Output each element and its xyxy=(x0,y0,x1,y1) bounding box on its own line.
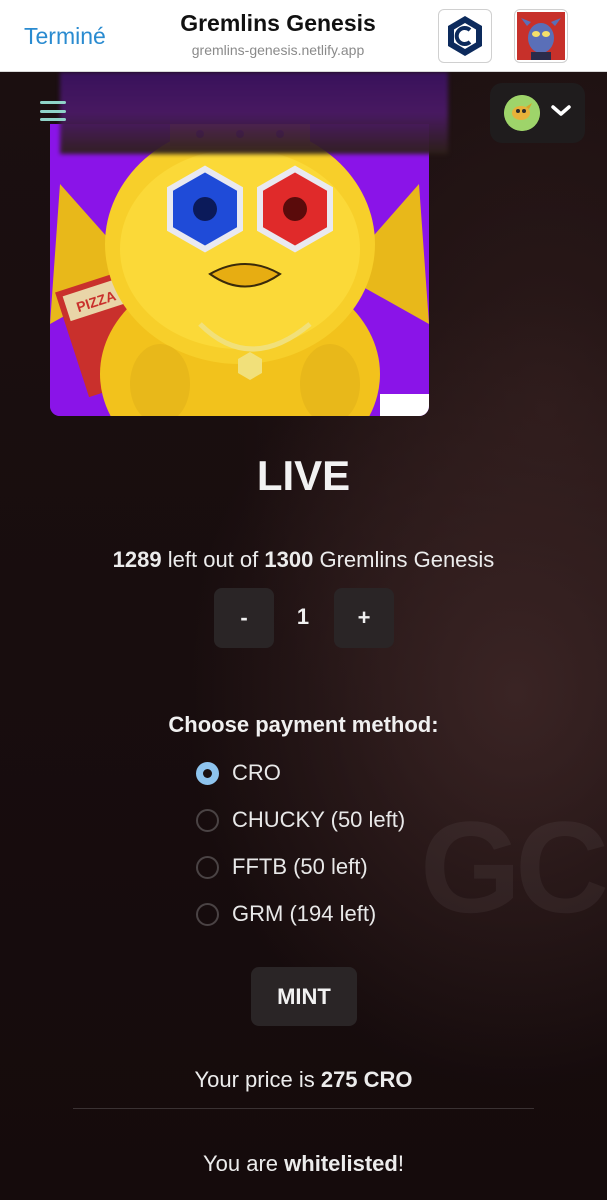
navbar-backdrop xyxy=(60,72,448,154)
supply-connector: left out of xyxy=(167,547,259,572)
wallet-avatar-icon xyxy=(504,95,540,131)
total-count: 1300 xyxy=(264,547,314,572)
radio-unchecked-icon[interactable] xyxy=(196,855,219,879)
radio-checked-icon[interactable] xyxy=(196,761,219,785)
remaining-count: 1289 xyxy=(112,547,162,572)
chevron-down-icon xyxy=(550,104,572,123)
hamburger-menu-icon[interactable] xyxy=(38,98,68,124)
payment-option-grm[interactable]: GRM (194 left) xyxy=(196,899,376,929)
radio-unchecked-icon[interactable] xyxy=(196,902,219,926)
mint-status: LIVE xyxy=(256,452,351,499)
collection-name: Gremlins Genesis xyxy=(319,547,495,572)
gremlin-avatar-icon[interactable] xyxy=(514,9,568,63)
price-prefix: Your price is xyxy=(194,1067,315,1092)
payment-option-chucky[interactable]: CHUCKY (50 left) xyxy=(196,805,405,835)
payment-method-title: Choose payment method: xyxy=(168,712,439,737)
radio-unchecked-icon[interactable] xyxy=(196,808,219,832)
price-text: Your price is 275 CRO xyxy=(0,1067,607,1093)
payment-option-label: GRM (194 left) xyxy=(232,901,377,926)
quantity-value: 1 xyxy=(296,604,310,629)
whitelist-status: whitelisted xyxy=(284,1151,398,1176)
payment-option-label: CRO xyxy=(232,760,281,785)
whitelist-prefix: You are xyxy=(203,1151,279,1176)
divider xyxy=(73,1108,534,1109)
payment-option-label: FFTB (50 left) xyxy=(232,854,368,879)
price-amount: 275 CRO xyxy=(320,1067,413,1092)
browser-toolbar: Terminé Gremlins Genesis gremlins-genesi… xyxy=(0,0,607,72)
whitelist-suffix: ! xyxy=(397,1151,404,1176)
payment-option-label: CHUCKY (50 left) xyxy=(232,807,406,832)
mint-page: GC PIZZA LIVE 1289 left out of 1300 Grem… xyxy=(0,72,607,1200)
app-navbar xyxy=(0,72,607,154)
payment-option-fftb[interactable]: FFTB (50 left) xyxy=(196,852,368,882)
wallet-button[interactable] xyxy=(490,83,585,143)
gremlin-artwork-image: PIZZA xyxy=(50,124,429,416)
increment-button[interactable]: + xyxy=(334,588,394,648)
supply-text: 1289 left out of 1300 Gremlins Genesis xyxy=(0,547,607,573)
payment-option-cro[interactable]: CRO xyxy=(196,758,281,788)
decrement-button[interactable]: - xyxy=(214,588,274,648)
cronos-icon[interactable] xyxy=(438,9,492,63)
background-decoration: GC xyxy=(420,794,607,940)
whitelist-status-text: You are whitelisted! xyxy=(0,1151,607,1177)
mint-button[interactable]: MINT xyxy=(251,967,357,1026)
